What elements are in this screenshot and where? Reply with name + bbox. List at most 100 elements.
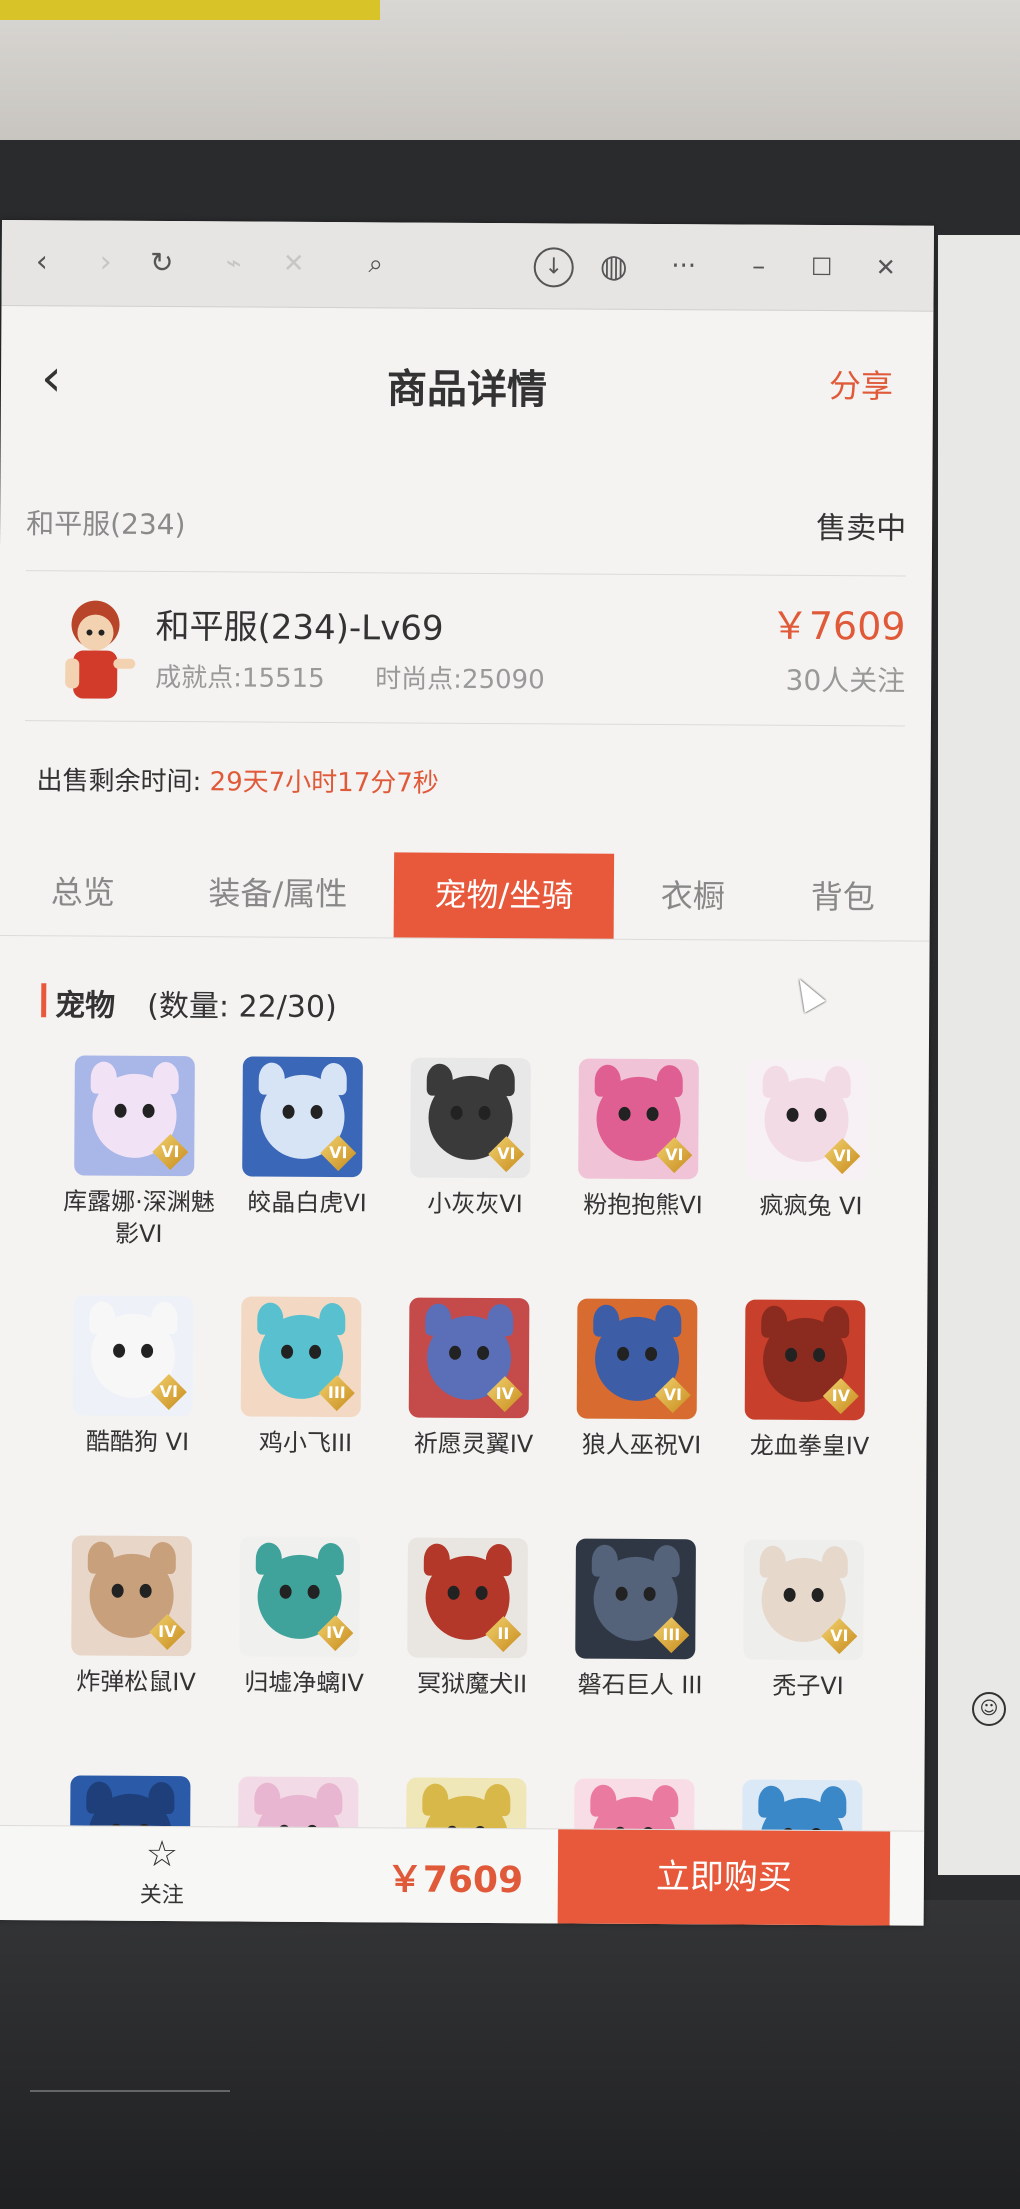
pet-eye — [618, 1106, 631, 1121]
background-side-window — [938, 235, 1020, 1875]
pet-card[interactable]: III 鸡小飞III — [221, 1296, 391, 1457]
globe-icon[interactable]: ◍ — [592, 244, 636, 288]
emoji-icon[interactable]: ☺ — [972, 1692, 1006, 1726]
page-header: ‹ 商品详情 分享 — [1, 306, 934, 452]
pet-name: 祈愿灵翼IV — [413, 1429, 534, 1459]
pet-card[interactable]: IV 归墟净螭IV — [220, 1536, 390, 1697]
pet-eye — [477, 1345, 490, 1360]
pet-portrait: III — [575, 1538, 696, 1660]
pet-eye — [310, 1104, 323, 1119]
close-x-icon[interactable]: ✕ — [272, 242, 316, 286]
browser-toolbar: ‹ › ↻ ⌁ ✕ ⌕ ↓ ◍ ··· – ☐ ✕ — [1, 220, 934, 312]
pet-card[interactable]: VI 小灰灰VI — [391, 1057, 561, 1218]
pet-card[interactable]: VI 酷酷狗 VI — [53, 1295, 223, 1456]
bottom-price: ￥7609 — [386, 1859, 524, 1902]
pet-eye — [307, 1584, 320, 1599]
timer-value: 29天7小时17分7秒 — [209, 767, 439, 799]
detail-tabs: 总览 装备/属性 宠物/坐骑 衣橱 背包 — [0, 849, 931, 942]
pet-portrait: VI — [74, 1055, 195, 1177]
pet-portrait: VI — [578, 1058, 699, 1180]
pet-card[interactable]: VI 狼人巫祝VI — [557, 1298, 727, 1459]
tab-overview[interactable]: 总览 — [8, 850, 159, 936]
pet-name: 归墟净螭IV — [244, 1668, 364, 1698]
mouse-cursor — [788, 973, 826, 1013]
pet-grid: VI 库露娜·深渊魅影VI VI 皎晶白虎VI VI 小灰灰VI VI 粉抱抱熊VI VI 疯疯兔… — [55, 1055, 915, 1901]
pet-portrait: II — [407, 1537, 528, 1659]
pet-portrait: IV — [71, 1535, 192, 1657]
product-price: ￥7609 — [770, 603, 906, 649]
pet-card[interactable]: VI 库露娜·深渊魅影VI — [55, 1055, 225, 1248]
pet-name: 狼人巫祝VI — [581, 1430, 702, 1460]
pet-eye — [279, 1584, 292, 1599]
tab-pets-mounts[interactable]: 宠物/坐骑 — [393, 852, 615, 939]
pet-card[interactable] — [218, 1776, 388, 1898]
timer-label: 出售剩余时间: — [36, 766, 202, 798]
tab-wardrobe[interactable]: 衣橱 — [618, 854, 769, 940]
close-window-icon[interactable]: ✕ — [864, 245, 908, 289]
pet-card[interactable]: VI 疯疯兔 VI — [727, 1059, 897, 1220]
refresh-icon[interactable]: ↻ — [140, 241, 184, 285]
follow-button[interactable]: ☆ 关注 — [102, 1833, 223, 1919]
pet-card[interactable]: IV 龙血拳皇IV — [725, 1299, 895, 1460]
pet-card[interactable] — [51, 1775, 221, 1897]
back-arrow-icon[interactable]: ‹ — [20, 240, 64, 284]
pet-eye — [281, 1344, 294, 1359]
pet-eye — [114, 1103, 127, 1118]
pet-portrait: IV — [744, 1299, 866, 1421]
minimize-icon[interactable]: – — [737, 244, 781, 288]
pet-card[interactable] — [386, 1777, 556, 1899]
server-row: 和平服(234) 售卖中 — [25, 490, 907, 577]
pet-card[interactable]: VI 秃子VI — [724, 1539, 894, 1700]
app-window: ‹ › ↻ ⌁ ✕ ⌕ ↓ ◍ ··· – ☐ ✕ ‹ 商品详情 分享 和平服(… — [0, 220, 934, 1926]
pet-name: 龙血拳皇IV — [749, 1431, 870, 1461]
product-summary[interactable]: 和平服(234)-Lv69 成就点:15515 时尚点:25090 ￥7609 … — [24, 570, 906, 727]
follower-count: 30人关注 — [785, 663, 906, 698]
star-icon: ☆ — [145, 1833, 179, 1876]
pet-eye — [309, 1344, 322, 1359]
pet-card[interactable] — [722, 1779, 892, 1901]
pet-eye — [617, 1346, 630, 1361]
pet-eye — [142, 1103, 155, 1118]
pet-eye — [475, 1585, 488, 1600]
forward-arrow-icon[interactable]: › — [84, 241, 128, 285]
pet-portrait: IV — [408, 1297, 530, 1419]
pet-card[interactable]: VI 皎晶白虎VI — [223, 1056, 393, 1217]
pet-card[interactable] — [554, 1778, 724, 1900]
pet-card[interactable]: IV 炸弹松鼠IV — [52, 1535, 222, 1696]
tab-equipment[interactable]: 装备/属性 — [168, 851, 389, 937]
background-slider — [30, 2090, 230, 2092]
pet-name: 小灰灰VI — [427, 1189, 523, 1219]
pet-portrait: VI — [746, 1059, 867, 1181]
pet-card[interactable]: III 磐石巨人 III — [556, 1538, 726, 1699]
pet-eye — [141, 1343, 154, 1358]
pet-eye — [813, 1347, 826, 1363]
pet-name: 酷酷狗 VI — [85, 1427, 190, 1457]
pet-eye — [783, 1587, 796, 1602]
character-avatar — [65, 600, 136, 699]
pet-name: 皎晶白虎VI — [247, 1188, 367, 1218]
download-icon[interactable]: ↓ — [533, 247, 574, 288]
pet-eye — [282, 1104, 295, 1119]
pet-card[interactable]: II 冥狱魔犬II — [388, 1537, 558, 1698]
pet-eye — [139, 1583, 152, 1598]
search-icon[interactable]: ⌕ — [354, 242, 398, 286]
link-icon[interactable]: ⌁ — [212, 241, 256, 285]
tab-backpack[interactable]: 背包 — [768, 855, 919, 941]
pet-name: 粉抱抱熊VI — [583, 1190, 703, 1220]
pet-name: 疯疯兔 VI — [759, 1191, 863, 1221]
share-button[interactable]: 分享 — [829, 361, 893, 407]
pet-name: 磐石巨人 III — [577, 1670, 703, 1700]
pet-eye — [811, 1587, 824, 1603]
pet-card[interactable]: VI 粉抱抱熊VI — [559, 1058, 729, 1219]
buy-now-button[interactable]: 立即购买 — [557, 1829, 891, 1926]
pet-eye — [645, 1346, 658, 1362]
maximize-icon[interactable]: ☐ — [800, 245, 844, 289]
pet-name: 秃子VI — [772, 1671, 844, 1701]
server-name: 和平服(234) — [26, 507, 186, 542]
pet-portrait: VI — [242, 1056, 363, 1178]
pet-card[interactable]: IV 祈愿灵翼IV — [389, 1297, 559, 1458]
more-icon[interactable]: ··· — [662, 244, 706, 288]
pet-name: 冥狱魔犬II — [416, 1669, 528, 1699]
follow-label: 关注 — [139, 1882, 184, 1909]
pet-count: (数量: 22/30) — [147, 988, 337, 1026]
